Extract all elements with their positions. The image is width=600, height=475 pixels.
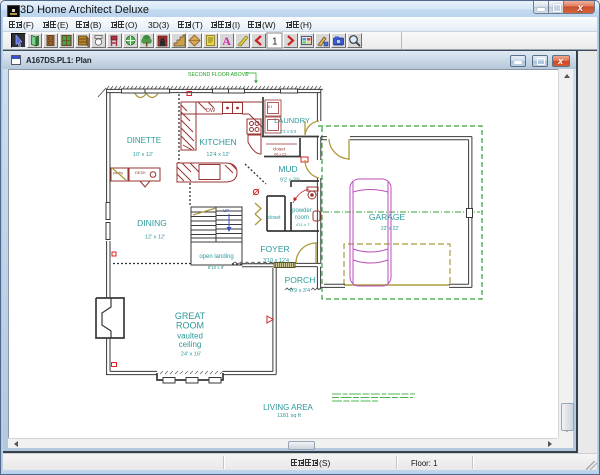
svg-text:FOYER: FOYER <box>260 244 289 254</box>
svg-text:DW: DW <box>206 108 216 114</box>
svg-text:MUD: MUD <box>278 164 297 174</box>
svg-text:24' x 16': 24' x 16' <box>181 352 201 358</box>
svg-text:powder: powder <box>292 208 312 214</box>
svg-text:GARAGE: GARAGE <box>369 212 406 222</box>
svg-text:12' x 12': 12' x 12' <box>145 235 165 241</box>
svg-text:1: 1 <box>272 37 278 48</box>
svg-text:DESK: DESK <box>135 170 146 175</box>
svg-text:2'3 x 5'4: 2'3 x 5'4 <box>280 129 297 134</box>
svg-text:room: room <box>295 215 309 221</box>
svg-text:open landing: open landing <box>199 254 233 260</box>
svg-text:12'4 x 12': 12'4 x 12' <box>206 152 229 158</box>
svg-text:1181 sq ft: 1181 sq ft <box>277 413 301 419</box>
svg-text:9'2 x 3'6: 9'2 x 3'6 <box>280 178 300 184</box>
svg-text:closet: closet <box>267 215 281 221</box>
svg-text:ROOM: ROOM <box>176 321 204 331</box>
svg-text:PORCH: PORCH <box>285 275 316 285</box>
svg-text:4'11 x 7': 4'11 x 7' <box>296 222 311 227</box>
svg-text:10' x 12': 10' x 12' <box>133 152 153 158</box>
svg-text:LAUNDRY: LAUNDRY <box>274 116 310 125</box>
svg-text:A: A <box>222 34 231 48</box>
svg-text:22' x 22': 22' x 22' <box>381 226 399 232</box>
svg-text:GREAT: GREAT <box>175 311 206 321</box>
svg-text:SECOND FLOOR ABOVE: SECOND FLOOR ABOVE <box>188 72 249 78</box>
svg-text:closet: closet <box>273 147 286 152</box>
svg-text:DINING: DINING <box>137 218 167 228</box>
svg-text:KITCHEN: KITCHEN <box>199 137 236 147</box>
svg-text:ceiling: ceiling <box>179 340 202 349</box>
svg-text:LIVING AREA: LIVING AREA <box>263 403 313 412</box>
svg-text:4'6 x 2'2: 4'6 x 2'2 <box>274 153 287 157</box>
svg-text:8'10 x 8': 8'10 x 8' <box>208 265 225 270</box>
svg-text:UP: UP <box>223 208 229 213</box>
svg-text:DINETTE: DINETTE <box>127 136 161 145</box>
svg-text:3'10 x 12'4: 3'10 x 12'4 <box>263 258 289 264</box>
svg-text:6'1: 6'1 <box>268 105 273 109</box>
svg-text:6'9 x 3'4: 6'9 x 3'4 <box>290 288 310 294</box>
